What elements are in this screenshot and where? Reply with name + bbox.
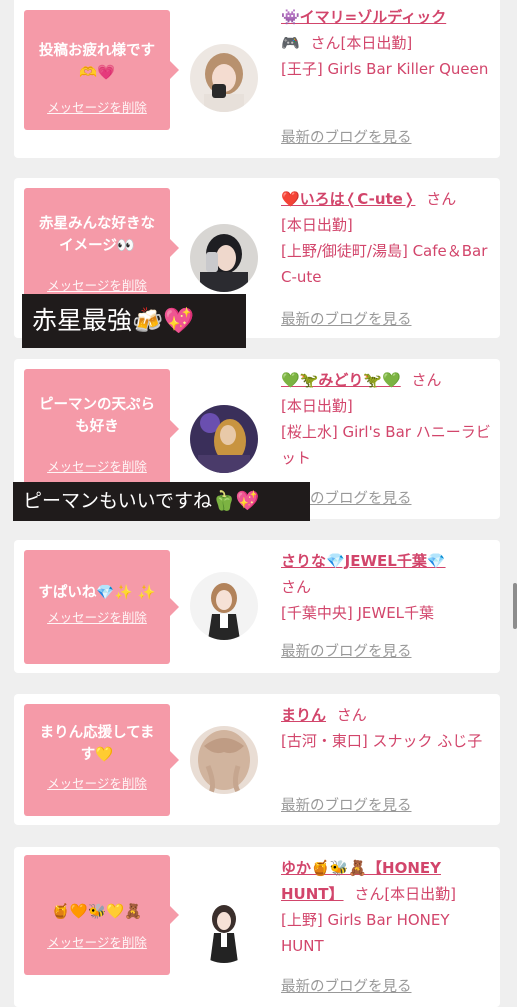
avatar[interactable]: [190, 44, 258, 112]
cast-info: 👾イマリ=ゾルディック 🎮 さん[本日出勤] [王子] Girls Bar Ki…: [281, 4, 493, 82]
latest-blog-link[interactable]: 最新のブログを見る: [281, 126, 412, 147]
honorific: さん: [281, 578, 312, 596]
message-text: ピーマンの天ぷら も好き: [39, 397, 155, 435]
avatar[interactable]: [190, 726, 258, 794]
cast-name-link[interactable]: さりな💎JEWEL千葉💎: [281, 552, 446, 570]
latest-blog-link[interactable]: 最新のブログを見る: [281, 640, 412, 661]
message-text: 🍯🧡🐝💛🧸: [51, 904, 143, 920]
delete-message-link[interactable]: メッセージを削除: [24, 773, 170, 792]
honorific: さん: [411, 371, 442, 389]
avatar[interactable]: [190, 405, 258, 473]
delete-message-link[interactable]: メッセージを削除: [24, 456, 170, 475]
latest-blog-link[interactable]: 最新のブログを見る: [281, 794, 412, 815]
shop-name: [千葉中央] JEWEL千葉: [281, 604, 435, 622]
message-text: 赤星みんな好きな イメージ👀: [39, 216, 155, 254]
message-text: 投稿お疲れ様です 🫶💗: [39, 43, 155, 81]
shop-name: [古河・東口] スナック ふじ子: [281, 732, 483, 750]
avatar[interactable]: [190, 895, 258, 963]
cast-name-link[interactable]: 👾イマリ=ゾルディック: [281, 8, 446, 26]
message-bubble: 投稿お疲れ様です 🫶💗 メッセージを削除: [24, 10, 179, 130]
scrollbar[interactable]: [513, 583, 517, 629]
status-badge: [本日出勤]: [281, 397, 353, 415]
message-card: まりん応援してま す💛 メッセージを削除 まりん さん [古河・東口] スナック…: [14, 694, 500, 825]
caption-overlay: 赤星最強🍻💖: [22, 294, 246, 348]
cast-name-link[interactable]: 💚🦖みどり🦖💚: [281, 371, 401, 389]
message-text: まりん応援してま す💛: [39, 725, 155, 763]
cast-info: 💚🦖みどり🦖💚 さん [本日出勤] [桜上水] Girl's Bar ハニーラビ…: [281, 367, 493, 471]
message-bubble: すぱいね💎✨ ✨ メッセージを削除: [24, 550, 179, 664]
avatar[interactable]: [190, 572, 258, 640]
delete-message-link[interactable]: メッセージを削除: [24, 97, 170, 116]
shop-name: [王子] Girls Bar Killer Queen: [281, 60, 489, 78]
cast-name-link[interactable]: ❤️いろは❬C-ute❭: [281, 190, 415, 208]
message-card: すぱいね💎✨ ✨ メッセージを削除 さりな💎JEWEL千葉💎 さん [千葉中央]…: [14, 540, 500, 673]
delete-message-link[interactable]: メッセージを削除: [24, 275, 170, 294]
honorific: さん: [336, 706, 367, 724]
status-badge: [本日出勤]: [384, 885, 457, 903]
honorific: さん: [310, 34, 341, 52]
message-bubble: 赤星みんな好きな イメージ👀 メッセージを削除: [24, 188, 179, 308]
latest-blog-link[interactable]: 最新のブログを見る: [281, 975, 412, 996]
cast-info: まりん さん [古河・東口] スナック ふじ子: [281, 702, 493, 754]
shop-name: [上野/御徒町/湯島] Cafe＆Bar C-ute: [281, 242, 488, 286]
cast-name-link[interactable]: まりん: [281, 706, 326, 724]
cast-info: ゆか🍯🐝🧸【HONEY HUNT】 さん[本日出勤] [上野] Girls Ba…: [281, 855, 493, 959]
latest-blog-link[interactable]: 最新のブログを見る: [281, 308, 412, 329]
avatar[interactable]: [190, 224, 258, 292]
cast-info: さりな💎JEWEL千葉💎 さん [千葉中央] JEWEL千葉: [281, 548, 493, 626]
cast-info: ❤️いろは❬C-ute❭ さん [本日出勤] [上野/御徒町/湯島] Cafe＆…: [281, 186, 493, 290]
message-bubble: 🍯🧡🐝💛🧸 メッセージを削除: [24, 855, 179, 975]
shop-name: [上野] Girls Bar HONEY HUNT: [281, 911, 450, 955]
status-badge: [本日出勤]: [340, 34, 413, 52]
status-badge: [本日出勤]: [281, 216, 353, 234]
message-bubble: ピーマンの天ぷら も好き メッセージを削除: [24, 369, 179, 489]
message-text: すぱいね💎✨ ✨: [38, 585, 156, 601]
delete-message-link[interactable]: メッセージを削除: [24, 932, 170, 951]
honorific: さん: [426, 190, 457, 208]
caption-overlay: ピーマンもいいですね🫑💖: [13, 482, 310, 521]
message-card: 投稿お疲れ様です 🫶💗 メッセージを削除 👾イマリ=ゾルディック 🎮 さん[本日…: [14, 0, 500, 158]
cast-name-emoji: 🎮: [281, 34, 300, 52]
delete-message-link[interactable]: メッセージを削除: [24, 607, 170, 626]
message-bubble: まりん応援してま す💛 メッセージを削除: [24, 704, 179, 816]
shop-name: [桜上水] Girl's Bar ハニーラビット: [281, 423, 491, 467]
honorific: さん: [354, 885, 385, 903]
message-card: 🍯🧡🐝💛🧸 メッセージを削除 ゆか🍯🐝🧸【HONEY HUNT】 さん[本日出勤…: [14, 847, 500, 1007]
